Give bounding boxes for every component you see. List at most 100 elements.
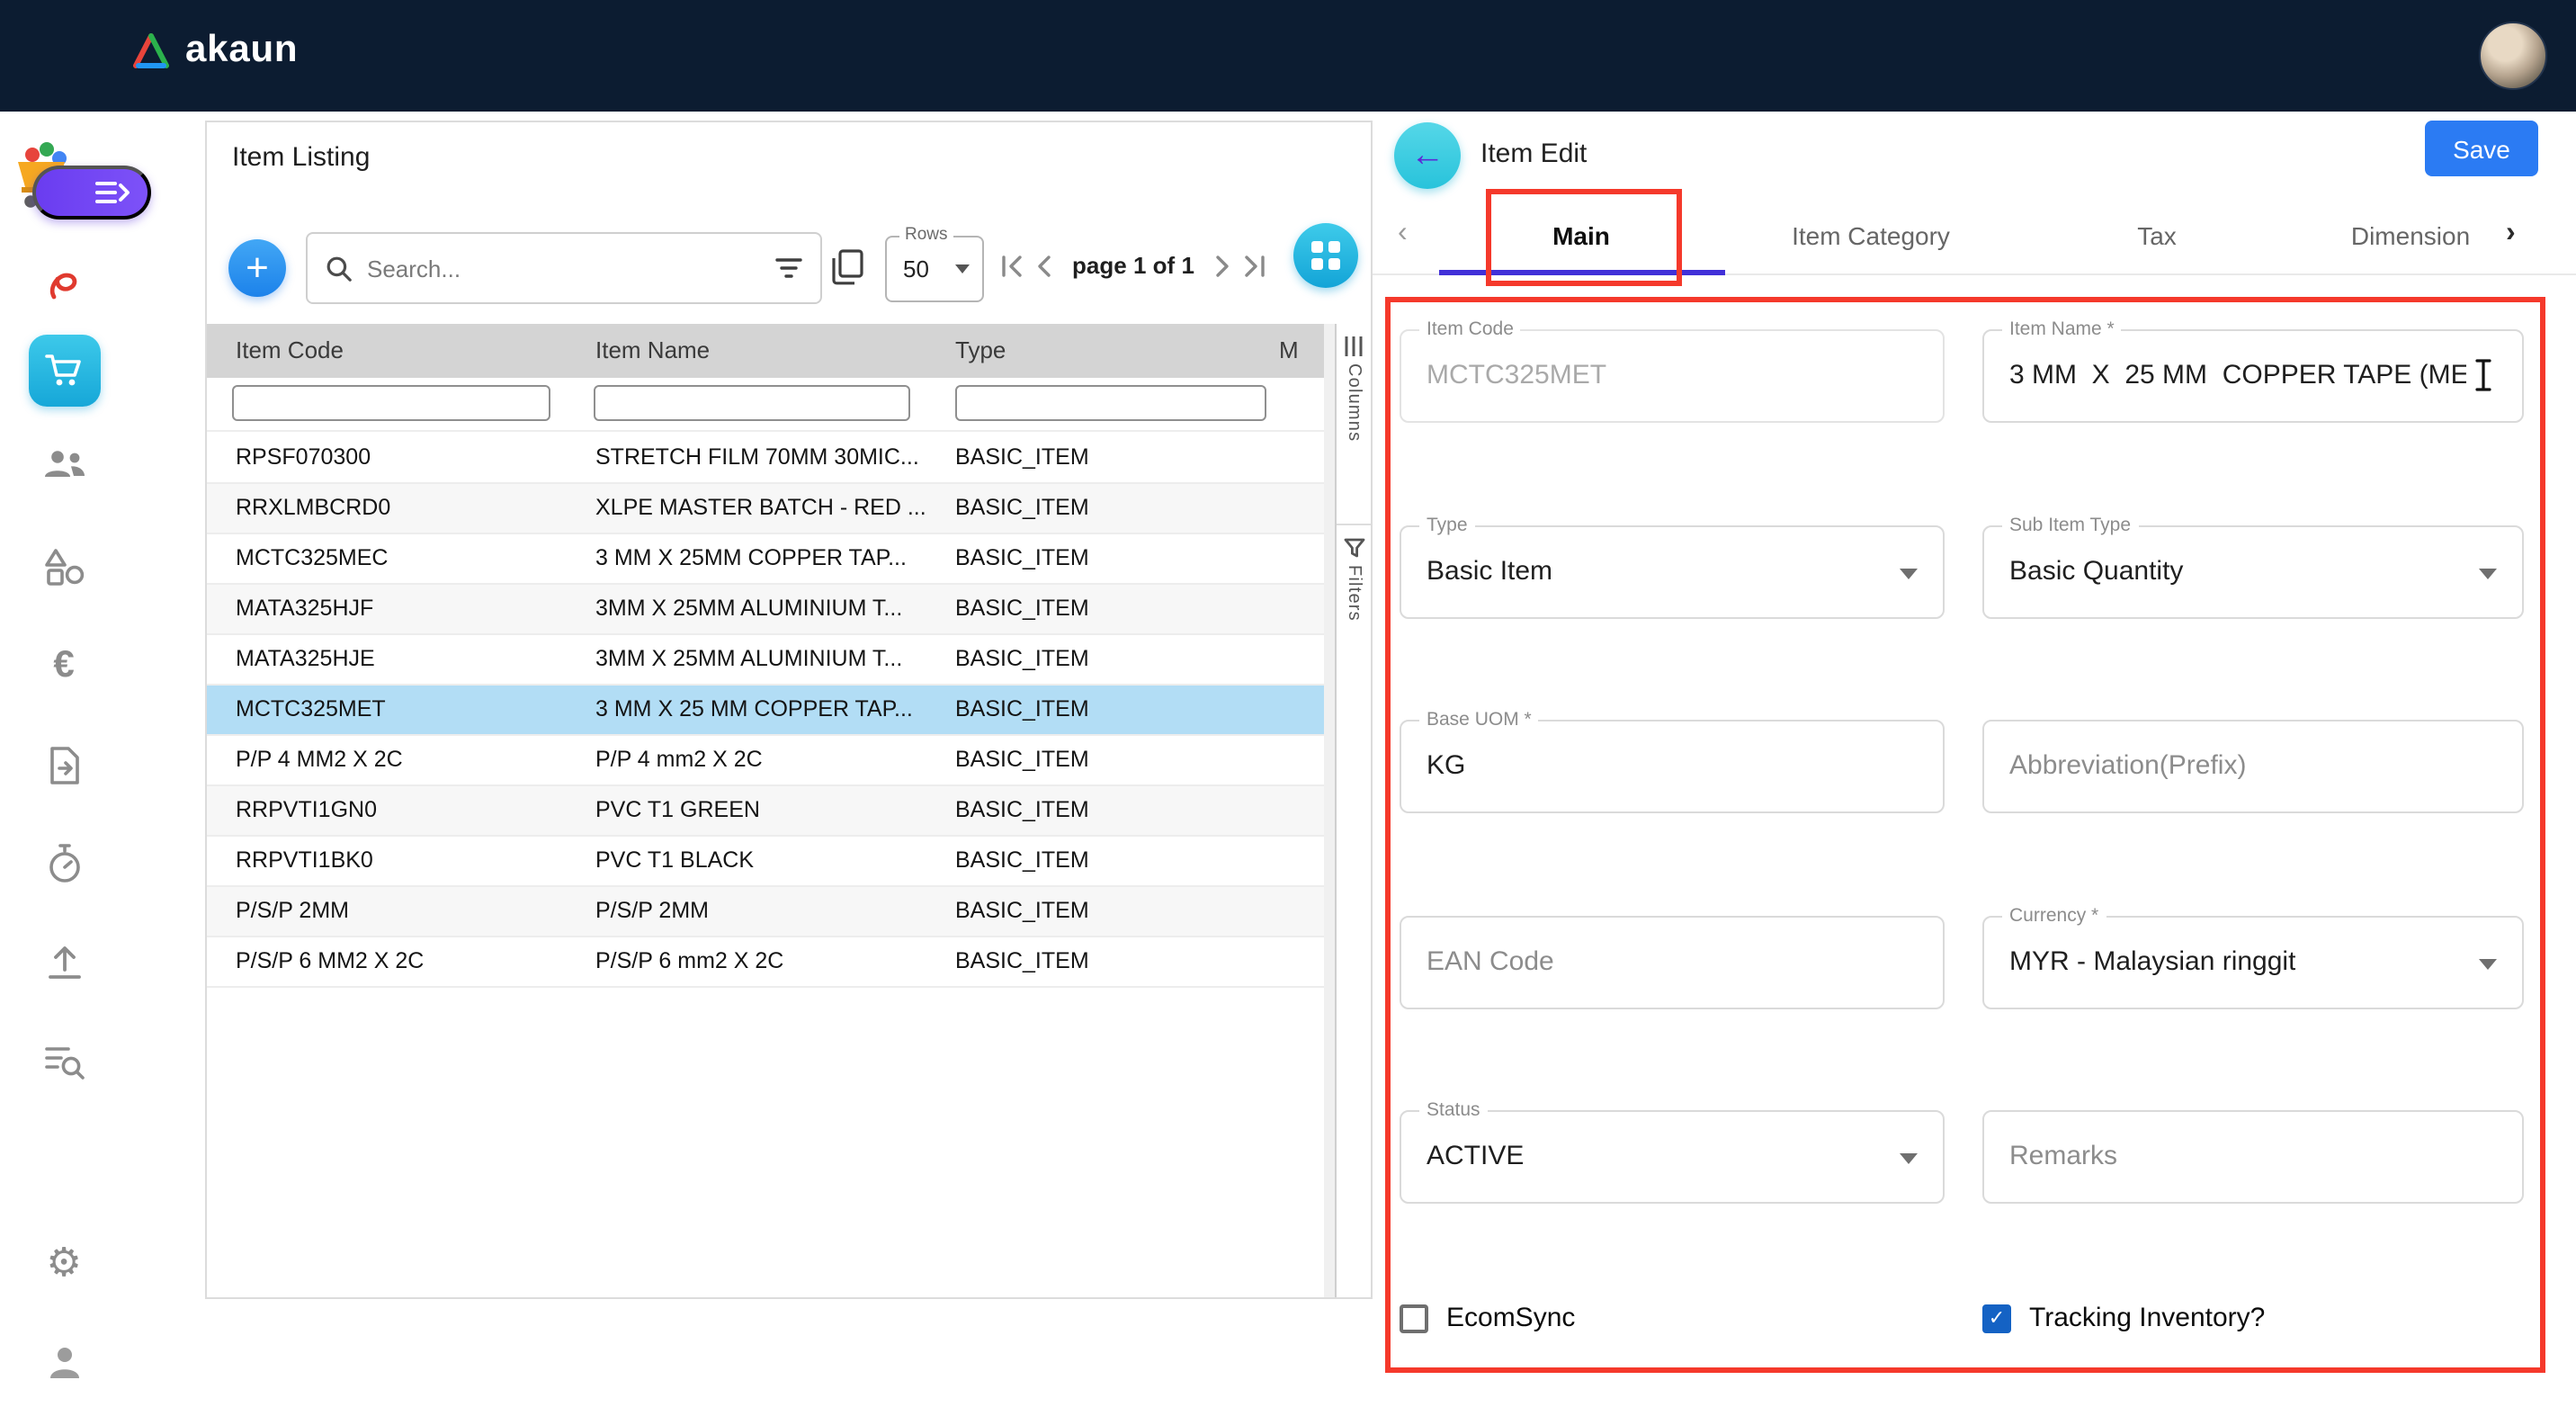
column-header-item-code[interactable]: Item Code xyxy=(236,336,344,363)
field-sub-item-type[interactable]: Sub Item Type Basic Quantity xyxy=(1982,525,2524,619)
save-button[interactable]: Save xyxy=(2425,121,2538,176)
field-type[interactable]: Type Basic Item xyxy=(1400,525,1945,619)
euro-icon[interactable]: € xyxy=(0,644,128,687)
field-remarks[interactable]: Remarks xyxy=(1982,1110,2524,1204)
table-row[interactable]: MCTC325MET3 MM X 25 MM COPPER TAP...BASI… xyxy=(207,686,1324,736)
table-row[interactable]: RRPVTI1GN0PVC T1 GREENBASIC_ITEM xyxy=(207,786,1324,837)
table-row[interactable]: MCTC325MEC3 MM X 25MM COPPER TAP...BASIC… xyxy=(207,534,1324,585)
base-uom-label: Base UOM * xyxy=(1419,709,1539,730)
filters-icon xyxy=(1343,538,1364,558)
table-row[interactable]: RRXLMBCRD0XLPE MASTER BATCH - RED ...BAS… xyxy=(207,484,1324,534)
item-table-body: RPSF070300STRETCH FILM 70MM 30MIC...BASI… xyxy=(207,434,1324,988)
tabs-scroll-left-icon[interactable]: ‹ xyxy=(1398,218,1408,250)
table-side-tabs: Columns Filters xyxy=(1335,324,1371,1297)
item-code-label: Item Code xyxy=(1419,318,1521,340)
search-box[interactable] xyxy=(306,232,822,304)
table-row[interactable]: MATA325HJF3MM X 25MM ALUMINIUM T...BASIC… xyxy=(207,585,1324,635)
filter-list-icon[interactable] xyxy=(775,257,802,279)
sidebar-toggle-button[interactable] xyxy=(32,166,151,220)
profile-icon[interactable] xyxy=(0,1342,128,1382)
filters-side-tab[interactable]: Filters xyxy=(1337,525,1371,622)
filter-input-item-name[interactable] xyxy=(594,385,910,421)
table-cell: BASIC_ITEM xyxy=(955,948,1279,973)
upload-icon[interactable] xyxy=(0,943,128,982)
table-row[interactable]: P/P 4 MM2 X 2CP/P 4 mm2 X 2CBASIC_ITEM xyxy=(207,736,1324,786)
type-label: Type xyxy=(1419,515,1475,536)
audit-search-icon[interactable] xyxy=(0,1042,128,1081)
table-cell: 3 MM X 25MM COPPER TAP... xyxy=(595,545,948,570)
table-row[interactable]: MATA325HJE3MM X 25MM ALUMINIUM T...BASIC… xyxy=(207,635,1324,686)
table-cell: P/S/P 6 MM2 X 2C xyxy=(236,948,586,973)
users-icon[interactable] xyxy=(0,446,128,482)
ean-code-placeholder: EAN Code xyxy=(1427,946,1554,977)
filter-input-item-code[interactable] xyxy=(232,385,550,421)
item-code-value: MCTC325MET xyxy=(1427,360,1606,390)
pos-cart-button[interactable] xyxy=(29,335,101,407)
column-header-m[interactable]: M xyxy=(1279,336,1299,363)
table-cell: P/S/P 2MM xyxy=(595,898,948,923)
tab-item-category[interactable]: Item Category xyxy=(1792,221,1950,250)
column-header-item-name[interactable]: Item Name xyxy=(595,336,710,363)
back-button[interactable]: ← xyxy=(1394,122,1461,189)
brand-logo[interactable]: akaun xyxy=(130,29,298,72)
annotation-box-form xyxy=(1385,297,2545,1373)
table-cell: MATA325HJF xyxy=(236,596,586,621)
table-row[interactable]: RPSF070300STRETCH FILM 70MM 30MIC...BASI… xyxy=(207,434,1324,484)
next-page-icon[interactable] xyxy=(1212,253,1234,278)
last-page-icon[interactable] xyxy=(1241,253,1268,278)
item-name-label: Item Name * xyxy=(2002,318,2122,340)
tab-dimension[interactable]: Dimension xyxy=(2351,221,2470,250)
table-cell: BASIC_ITEM xyxy=(955,444,1279,470)
editor-title: Item Edit xyxy=(1480,139,1587,169)
field-status[interactable]: Status ACTIVE xyxy=(1400,1110,1945,1204)
tracking-inventory-row: ✓ Tracking Inventory? xyxy=(1982,1303,2265,1333)
tab-main[interactable]: Main xyxy=(1552,221,1610,250)
app-root: akaun xyxy=(0,0,2576,1425)
field-item-name[interactable]: Item Name * 3 MM X 25 MM COPPER TAPE (ME… xyxy=(1982,329,2524,423)
table-cell: BASIC_ITEM xyxy=(955,696,1279,721)
field-currency[interactable]: Currency * MYR - Malaysian ringgit xyxy=(1982,916,2524,1009)
gear-icon[interactable]: ⚙ xyxy=(0,1241,128,1286)
topbar: akaun xyxy=(0,0,2576,112)
ecomsync-checkbox[interactable]: ✓ xyxy=(1400,1304,1428,1332)
status-value: ACTIVE xyxy=(1427,1141,1524,1171)
search-input[interactable] xyxy=(363,253,765,283)
table-cell: RRPVTI1BK0 xyxy=(236,847,586,873)
first-page-icon[interactable] xyxy=(998,253,1025,278)
page-indicator: page 1 of 1 xyxy=(1072,252,1194,279)
status-label: Status xyxy=(1419,1099,1488,1121)
table-row[interactable]: P/S/P 2MMP/S/P 2MMBASIC_ITEM xyxy=(207,887,1324,937)
table-cell: RRPVTI1GN0 xyxy=(236,797,586,822)
table-row[interactable]: RRPVTI1BK0PVC T1 BLACKBASIC_ITEM xyxy=(207,837,1324,887)
shapes-icon[interactable] xyxy=(0,547,128,587)
duplicate-pages-icon[interactable] xyxy=(829,248,865,286)
type-value: Basic Item xyxy=(1427,556,1552,587)
tracking-inventory-checkbox[interactable]: ✓ xyxy=(1982,1304,2011,1332)
table-row[interactable]: P/S/P 6 MM2 X 2CP/S/P 6 mm2 X 2CBASIC_IT… xyxy=(207,937,1324,988)
chevron-down-icon[interactable] xyxy=(1900,1153,1918,1164)
chevron-down-icon[interactable] xyxy=(2479,569,2497,579)
user-avatar[interactable] xyxy=(2479,22,2547,90)
pagination: page 1 of 1 xyxy=(998,252,1268,279)
table-cell: P/P 4 MM2 X 2C xyxy=(236,747,586,772)
field-ean-code[interactable]: EAN Code xyxy=(1400,916,1945,1009)
file-export-icon[interactable] xyxy=(0,745,128,786)
table-cell: RRXLMBCRD0 xyxy=(236,495,586,520)
rows-per-page-select[interactable]: Rows 50 xyxy=(885,236,984,302)
chevron-down-icon[interactable] xyxy=(2479,959,2497,970)
field-abbreviation[interactable]: Abbreviation(Prefix) xyxy=(1982,720,2524,813)
pdf-icon[interactable] xyxy=(0,263,128,306)
grid-view-button[interactable] xyxy=(1293,223,1358,288)
chevron-down-icon xyxy=(955,264,970,273)
columns-side-tab[interactable]: Columns xyxy=(1337,324,1371,525)
tab-tax[interactable]: Tax xyxy=(2137,221,2177,250)
table-scrollbar[interactable] xyxy=(1324,324,1335,1297)
field-base-uom[interactable]: Base UOM * KG xyxy=(1400,720,1945,813)
column-header-type[interactable]: Type xyxy=(955,336,1006,363)
chevron-down-icon[interactable] xyxy=(1900,569,1918,579)
timer-icon[interactable] xyxy=(0,842,128,885)
prev-page-icon[interactable] xyxy=(1033,253,1054,278)
add-item-button[interactable]: + xyxy=(228,239,286,297)
tabs-scroll-right-icon[interactable]: › xyxy=(2506,218,2516,250)
filter-input-type[interactable] xyxy=(955,385,1266,421)
